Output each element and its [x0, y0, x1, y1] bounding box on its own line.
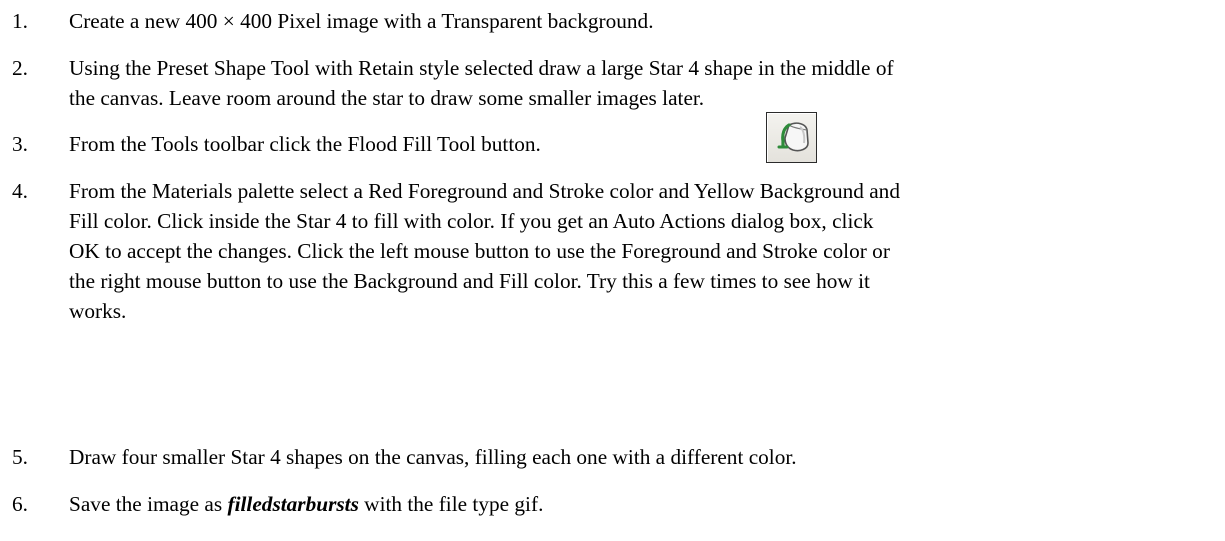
step-line: Create a new 400 × 400 Pixel image with …: [69, 9, 654, 33]
step-line: the canvas. Leave room around the star t…: [69, 86, 705, 110]
step-text: From the Materials palette select a Red …: [69, 176, 1219, 326]
step-line: From the Tools toolbar click the Flood F…: [69, 132, 541, 156]
step-line: Using the Preset Shape Tool with Retain …: [69, 56, 894, 80]
flood-fill-icon: [777, 122, 809, 152]
step-text-suffix: with the file type gif.: [358, 492, 544, 516]
step-text: Create a new 400 × 400 Pixel image with …: [69, 6, 1219, 36]
step-number: 3.: [12, 132, 28, 156]
filename-emphasis: filledstarbursts: [227, 492, 359, 516]
step-line: Draw four smaller Star 4 shapes on the c…: [69, 445, 797, 469]
step-text: Draw four smaller Star 4 shapes on the c…: [69, 442, 1219, 472]
step-line: the right mouse button to use the Backgr…: [69, 269, 870, 293]
step-line: From the Materials palette select a Red …: [69, 179, 900, 203]
step-text: Using the Preset Shape Tool with Retain …: [69, 53, 1219, 113]
step-number: 6.: [12, 492, 28, 516]
step-text-prefix: Save the image as: [69, 492, 228, 516]
step-number: 4.: [12, 179, 28, 203]
step-line: Fill color. Click inside the Star 4 to f…: [69, 209, 874, 233]
step-text: Save the image as filledstarbursts with …: [69, 489, 1219, 519]
step-number: 5.: [12, 445, 28, 469]
step-text: From the Tools toolbar click the Flood F…: [69, 129, 1219, 159]
flood-fill-tool-button: [766, 112, 817, 163]
step-number: 1.: [12, 9, 28, 33]
step-number: 2.: [12, 56, 28, 80]
step-line: OK to accept the changes. Click the left…: [69, 239, 890, 263]
step-line: works.: [69, 299, 127, 323]
